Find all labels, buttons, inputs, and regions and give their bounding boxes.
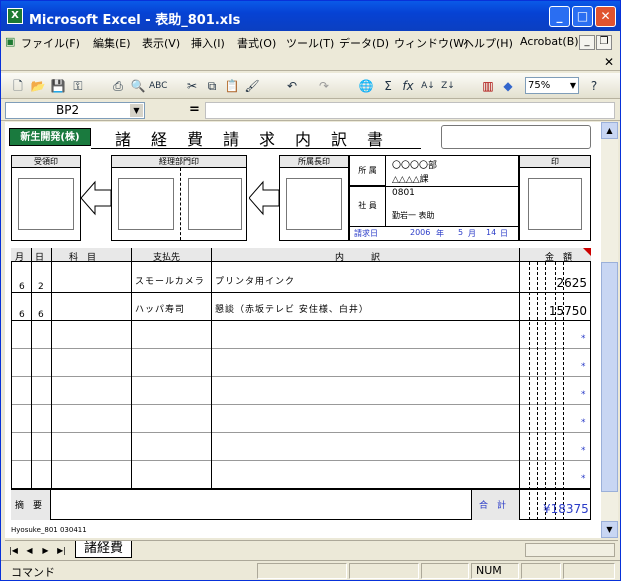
sort-ascending-icon[interactable]: A↓ [419, 77, 437, 95]
form-number-box [441, 125, 591, 149]
footer-code: Hyosuke_801 030411 [11, 526, 87, 534]
menu-format[interactable]: 書式(O) [237, 35, 276, 51]
undo-icon[interactable]: ↶ [283, 77, 301, 95]
receipt-stamp-box: 受領印 [11, 155, 81, 241]
scroll-thumb[interactable] [601, 262, 618, 492]
num-lock-indicator: NUM [471, 563, 519, 579]
doc-minimize-button[interactable]: _ [579, 35, 595, 50]
first-sheet-icon[interactable]: |◀ [7, 544, 20, 557]
formula-equals: = [189, 102, 200, 117]
expense-table [11, 248, 591, 520]
worksheet[interactable]: 新生開発(株) 諸 経 費 請 求 内 訳 書 受領印 経理部門印 所属長印 所… [5, 122, 601, 538]
scroll-up-icon[interactable]: ▲ [601, 122, 618, 139]
excel-window: X Microsoft Excel - 表助_801.xls _ □ ✕ ▣ フ… [0, 0, 621, 581]
total-label: 合 計 [479, 501, 507, 511]
menu-edit[interactable]: 編集(E) [93, 35, 131, 51]
next-sheet-icon[interactable]: ▶ [39, 544, 52, 557]
dept-name: 〇〇〇〇部 [392, 161, 438, 171]
save-icon[interactable]: 💾 [49, 77, 67, 95]
menu-tools[interactable]: ツール(T) [286, 35, 334, 51]
doc-close-bar: ✕ [1, 53, 620, 71]
spelling-icon[interactable]: ABC [149, 77, 167, 95]
status-mode: コマンド [11, 566, 55, 579]
open-icon[interactable]: 📂 [29, 77, 47, 95]
autosum-icon[interactable]: Σ [379, 77, 397, 95]
status-panel [257, 563, 347, 579]
doc-restore-button[interactable]: ❐ [596, 35, 612, 50]
scroll-down-icon[interactable]: ▼ [601, 521, 618, 538]
document-window-buttons: _ ❐ [578, 34, 616, 50]
drawing-icon[interactable]: ◆ [499, 77, 517, 95]
status-panel [349, 563, 419, 579]
hyperlink-icon[interactable]: 🌐 [357, 77, 375, 95]
permission-icon[interactable]: ⚿ [69, 77, 87, 95]
comment-indicator [583, 248, 591, 256]
title-bar: X Microsoft Excel - 表助_801.xls _ □ ✕ [1, 1, 620, 31]
doc-icon[interactable]: ▣ [5, 35, 15, 48]
request-month: 5 [458, 228, 464, 237]
employee-info-box: 所 属 〇〇〇〇部 △△△△課 社 員 0801 勤岩一 表助 請求日 2006… [349, 155, 520, 241]
name-box[interactable]: BP2 ▼ [5, 102, 145, 119]
menu-data[interactable]: データ(D) [339, 35, 389, 51]
formula-input[interactable] [205, 102, 615, 119]
employee-name: 勤岩一 表助 [392, 211, 435, 220]
standard-toolbar: 🗋 📂 💾 ⚿ ⎙ 🔍 ABC ✂ ⧉ 📋 🖌 ↶ ↷ 🌐 Σ fx A↓ Z↓… [1, 73, 620, 99]
new-icon[interactable]: 🗋 [9, 77, 27, 95]
minimize-button[interactable]: _ [549, 6, 570, 27]
window-title: Microsoft Excel - 表助_801.xls [29, 13, 241, 28]
menu-file[interactable]: ファイル(F) [21, 35, 80, 51]
paste-icon[interactable]: 📋 [223, 77, 241, 95]
excel-app-icon: X [7, 8, 23, 24]
print-icon[interactable]: ⎙ [109, 77, 127, 95]
employee-number: 0801 [392, 188, 415, 198]
formula-bar: BP2 ▼ = [1, 100, 620, 121]
copy-icon[interactable]: ⧉ [203, 77, 221, 95]
chevron-down-icon[interactable]: ▼ [130, 104, 143, 117]
total-amount: ¥18375 [543, 502, 589, 516]
seal-stamp-box: 印 [519, 155, 591, 241]
zoom-select[interactable]: 75% ▼ [525, 77, 579, 94]
menu-window[interactable]: ウィンドウ(W) [394, 35, 468, 51]
print-preview-icon[interactable]: 🔍 [129, 77, 147, 95]
form-title: 諸 経 費 請 求 内 訳 書 [115, 130, 386, 149]
dept-head-stamp-box: 所属長印 [279, 155, 349, 241]
vertical-scrollbar[interactable]: ▲ ▼ [601, 122, 618, 538]
prev-sheet-icon[interactable]: ◀ [23, 544, 36, 557]
redo-icon[interactable]: ↷ [315, 77, 333, 95]
function-icon[interactable]: fx [399, 77, 417, 95]
arrow-left-icon [248, 180, 280, 216]
last-sheet-icon[interactable]: ▶| [55, 544, 68, 557]
request-year: 2006 [410, 228, 431, 237]
format-painter-icon[interactable]: 🖌 [243, 77, 261, 95]
chevron-down-icon: ▼ [569, 81, 576, 90]
menu-bar: ▣ ファイル(F) 編集(E) 表示(V) 挿入(I) 書式(O) ツール(T)… [1, 31, 620, 53]
menu-acrobat[interactable]: Acrobat(B) [520, 35, 579, 48]
chart-wizard-icon[interactable]: ▥ [479, 77, 497, 95]
sheet-tab-bar: |◀ ◀ ▶ ▶| 諸経費 [5, 540, 618, 558]
status-bar: コマンド NUM [1, 560, 620, 580]
close-button[interactable]: ✕ [595, 6, 616, 27]
menu-insert[interactable]: 挿入(I) [191, 35, 225, 51]
maximize-button[interactable]: □ [572, 6, 593, 27]
status-panel [521, 563, 561, 579]
status-panel [421, 563, 469, 579]
doc-close-button[interactable]: ✕ [604, 55, 614, 69]
accounting-stamp-box: 経理部門印 [111, 155, 247, 241]
sort-descending-icon[interactable]: Z↓ [439, 77, 457, 95]
arrow-left-icon [80, 180, 112, 216]
horizontal-scrollbar[interactable] [525, 543, 615, 557]
status-panel [563, 563, 615, 579]
section-name: △△△△課 [392, 175, 429, 185]
menu-view[interactable]: 表示(V) [142, 35, 180, 51]
cut-icon[interactable]: ✂ [183, 77, 201, 95]
help-icon[interactable]: ? [585, 77, 603, 95]
menu-help[interactable]: ヘルプ(H) [463, 35, 513, 51]
sheet-tab[interactable]: 諸経費 [75, 541, 133, 558]
request-day: 14 [486, 228, 497, 237]
remarks-label: 摘 要 [15, 501, 43, 511]
company-name: 新生開発(株) [9, 128, 91, 146]
